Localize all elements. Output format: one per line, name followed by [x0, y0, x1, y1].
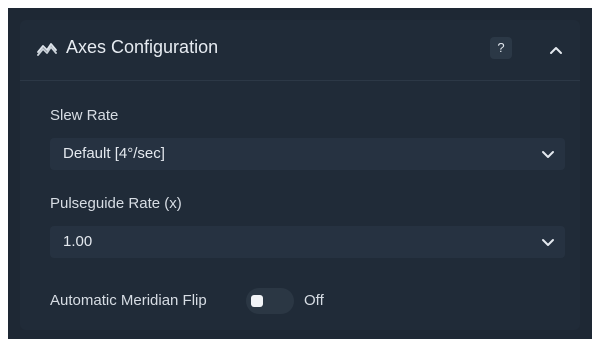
panel-title: Axes Configuration [66, 37, 219, 57]
chevron-down-icon [541, 147, 555, 161]
chevron-down-icon [541, 235, 555, 249]
pulseguide-rate-label: Pulseguide Rate (x) [50, 195, 182, 212]
pulseguide-rate-select[interactable]: 1.00 [50, 226, 565, 258]
slew-rate-select[interactable]: Default [4°/sec] [50, 138, 565, 170]
meridian-flip-state: Off [304, 292, 324, 309]
app-background: Axes Configuration ? Slew Rate Default [… [8, 8, 592, 339]
pulseguide-rate-value: 1.00 [63, 233, 93, 250]
panel-header[interactable]: Axes Configuration ? [20, 20, 580, 81]
axes-configuration-panel: Axes Configuration ? Slew Rate Default [… [20, 20, 580, 330]
slew-rate-value: Default [4°/sec] [63, 145, 165, 162]
meridian-flip-toggle[interactable] [246, 288, 294, 314]
help-button[interactable]: ? [490, 37, 512, 59]
axes-icon [36, 40, 58, 56]
meridian-flip-label: Automatic Meridian Flip [50, 292, 207, 309]
toggle-knob [251, 295, 263, 307]
slew-rate-label: Slew Rate [50, 107, 119, 124]
chevron-up-icon[interactable] [548, 42, 564, 58]
